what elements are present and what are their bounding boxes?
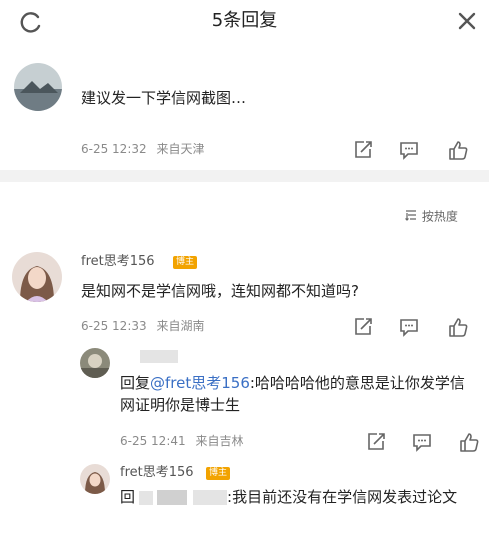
comment-time: 6-25 12:33 来自湖南 bbox=[81, 319, 204, 333]
avatar[interactable] bbox=[80, 464, 110, 494]
reply-prefix: 回 bbox=[120, 488, 136, 506]
comment-text: 建议发一下学信网截图… bbox=[81, 89, 247, 107]
comment-location: 来自吉林 bbox=[195, 434, 244, 448]
username[interactable]: fret思考156 bbox=[120, 465, 194, 481]
reply-text: 回复@fret思考156:哈哈哈哈他的意思是让你发学信网证明你是博士生 bbox=[120, 372, 465, 416]
reply-icon[interactable] bbox=[398, 316, 420, 338]
like-icon[interactable] bbox=[458, 431, 480, 453]
reply-body: :我目前还没有在学信网发表过论文 bbox=[227, 488, 458, 506]
dialog-header: 5条回复 bbox=[0, 0, 489, 44]
share-icon[interactable] bbox=[352, 316, 374, 338]
refresh-icon[interactable] bbox=[18, 9, 44, 35]
dialog-title: 5条回复 bbox=[211, 10, 278, 31]
comment-location: 来自湖南 bbox=[156, 319, 205, 333]
author-badge: 博主 bbox=[206, 467, 231, 480]
comment-text: 是知网不是学信网哦，连知网都不知道吗? bbox=[81, 282, 359, 300]
sort-toggle[interactable]: 按热度 bbox=[404, 208, 458, 226]
comment-timestamp: 6-25 12:33 bbox=[81, 319, 147, 333]
avatar[interactable] bbox=[14, 63, 62, 111]
reply-text: 回 :我目前还没有在学信网发表过论文 bbox=[120, 486, 475, 508]
comment-time: 6-25 12:32 来自天津 bbox=[81, 142, 204, 156]
like-icon[interactable] bbox=[447, 139, 469, 161]
redacted-mention bbox=[139, 490, 154, 505]
section-divider bbox=[0, 170, 489, 182]
sort-icon bbox=[404, 208, 418, 226]
like-icon[interactable] bbox=[447, 316, 469, 338]
avatar[interactable] bbox=[12, 252, 62, 302]
share-icon[interactable] bbox=[352, 139, 374, 161]
redacted-username bbox=[140, 350, 178, 363]
share-icon[interactable] bbox=[365, 431, 387, 453]
reply-icon[interactable] bbox=[398, 139, 420, 161]
redacted-mention bbox=[193, 490, 228, 505]
mention-link[interactable]: @fret思考156 bbox=[150, 374, 250, 392]
sort-label: 按热度 bbox=[421, 209, 458, 224]
avatar[interactable] bbox=[80, 348, 110, 378]
comment-timestamp: 6-25 12:41 bbox=[120, 434, 186, 448]
reply-prefix: 回复 bbox=[120, 374, 151, 392]
reply-icon[interactable] bbox=[411, 431, 433, 453]
comment-timestamp: 6-25 12:32 bbox=[81, 142, 147, 156]
comment-time: 6-25 12:41 来自吉林 bbox=[120, 434, 243, 448]
close-icon[interactable] bbox=[454, 8, 480, 34]
redacted-mention bbox=[157, 490, 188, 505]
comment-location: 来自天津 bbox=[156, 142, 205, 156]
username[interactable]: fret思考156 bbox=[81, 254, 155, 270]
author-badge: 博主 bbox=[173, 256, 198, 269]
